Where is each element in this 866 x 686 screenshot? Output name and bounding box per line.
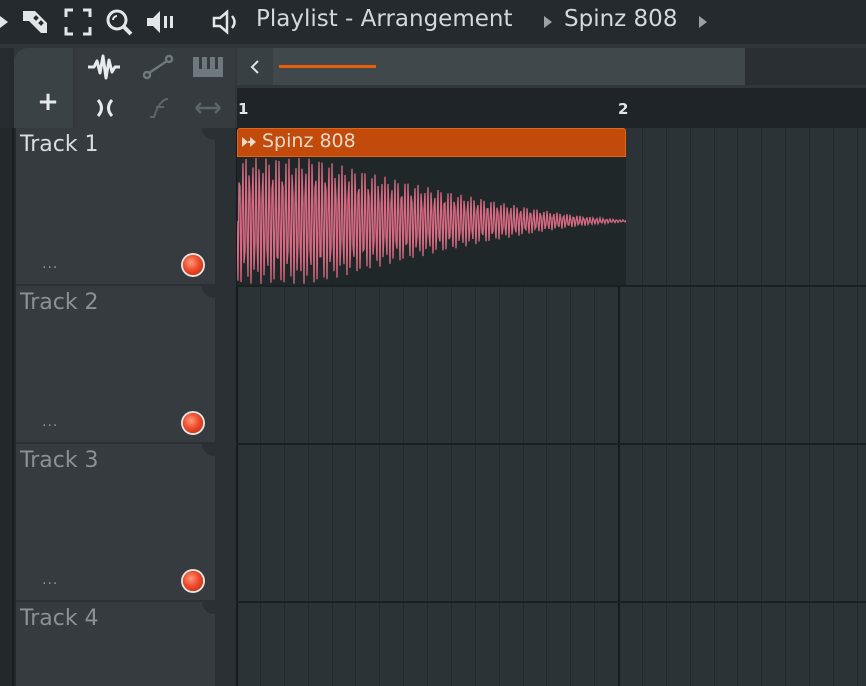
chevron-right-icon [542, 14, 554, 34]
track-header[interactable]: Track 4 [16, 602, 216, 686]
clip-waveform[interactable] [237, 157, 626, 285]
track-name[interactable]: Track 4 [20, 606, 99, 631]
play-arrow-icon[interactable] [0, 7, 20, 37]
header-notch [202, 602, 216, 614]
record-arm-button[interactable] [183, 413, 203, 433]
scroll-left-button[interactable] [237, 48, 273, 85]
stretch-icon[interactable] [190, 93, 226, 123]
audio-level-icon[interactable] [145, 7, 175, 37]
track-header[interactable]: Track 2 ... [16, 286, 216, 442]
track-name[interactable]: Track 2 [20, 290, 99, 315]
ruler-bar-label: 2 [618, 100, 629, 118]
ruler-bar-label: 1 [238, 100, 249, 118]
window-title: Playlist - Arrangement [256, 6, 513, 32]
track-header[interactable]: Track 3 ... [16, 444, 216, 600]
snap-magnet-icon[interactable] [21, 7, 51, 37]
curve-icon[interactable] [140, 93, 176, 123]
waveform-path [237, 157, 626, 284]
automation-icon[interactable] [140, 52, 176, 82]
track-header[interactable]: Track 1 ... [16, 128, 216, 284]
waveform-icon[interactable] [86, 52, 122, 82]
scrollbar-thumb[interactable] [279, 65, 376, 68]
record-arm-button[interactable] [183, 571, 203, 591]
track-options[interactable]: ... [42, 414, 58, 430]
track-divider [236, 601, 866, 603]
timeline-ruler[interactable] [237, 88, 866, 128]
chevron-right-icon[interactable] [697, 14, 709, 34]
track-options[interactable]: ... [42, 572, 58, 588]
track-divider [236, 285, 866, 287]
toolbar-edge [0, 48, 14, 128]
piano-keys-icon[interactable] [190, 52, 226, 82]
audio-clip-icon [241, 134, 259, 150]
record-arm-button[interactable] [183, 255, 203, 275]
clip-label: Spinz 808 [262, 130, 356, 152]
fullscreen-icon[interactable] [63, 7, 93, 37]
header-notch [202, 444, 216, 456]
track-name[interactable]: Track 3 [20, 448, 99, 473]
zoom-icon[interactable] [104, 7, 134, 37]
add-button[interactable]: + [36, 88, 60, 116]
toolbar-empty-area [745, 48, 866, 85]
slice-icon[interactable] [87, 93, 123, 123]
divider [12, 128, 14, 686]
waveform-graphic [237, 157, 626, 284]
track-divider [236, 443, 866, 445]
track-options[interactable]: ... [42, 256, 58, 272]
speaker-icon[interactable] [211, 7, 241, 37]
header-notch [202, 128, 216, 140]
pattern-name[interactable]: Spinz 808 [564, 6, 677, 32]
header-notch [202, 286, 216, 298]
track-name[interactable]: Track 1 [20, 132, 99, 157]
